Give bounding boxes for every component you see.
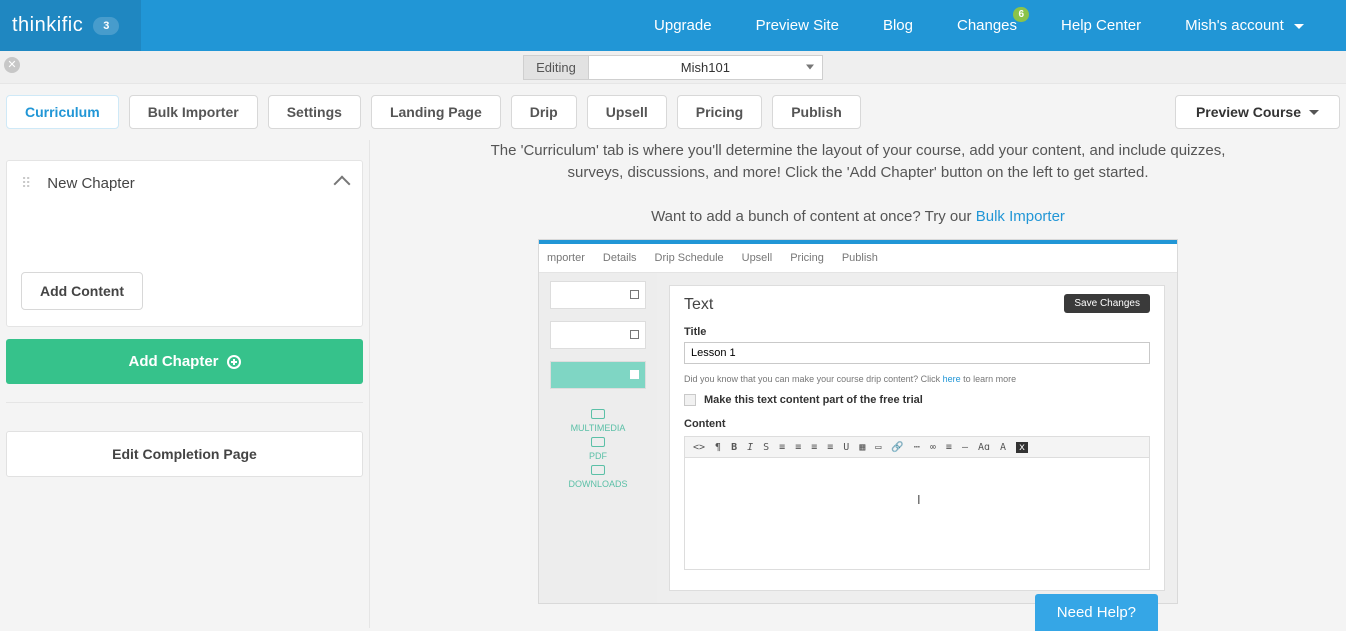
topbar: thinkific 3 Upgrade Preview Site Blog Ch…	[0, 0, 1346, 51]
preview-course-button[interactable]: Preview Course	[1175, 95, 1340, 129]
close-icon[interactable]: ✕	[4, 57, 20, 73]
pdf-icon	[591, 437, 605, 447]
tab-settings[interactable]: Settings	[268, 95, 361, 129]
chapter-title[interactable]: New Chapter	[47, 175, 322, 192]
demo-tab: Upsell	[742, 252, 773, 264]
chevron-down-icon	[1309, 110, 1319, 115]
demo-editor-area: I	[684, 458, 1150, 570]
square-icon	[630, 290, 639, 299]
tab-landing-page[interactable]: Landing Page	[371, 95, 501, 129]
bulk-importer-link[interactable]: Bulk Importer	[976, 208, 1065, 225]
plus-circle-icon	[227, 355, 241, 369]
tab-upsell[interactable]: Upsell	[587, 95, 667, 129]
demo-mini-label: PDF	[589, 451, 607, 461]
chevron-down-icon	[1294, 24, 1304, 29]
nav-changes[interactable]: Changes 6	[935, 17, 1039, 34]
editing-label: Editing	[523, 55, 588, 80]
course-select-value: Mish101	[681, 60, 730, 75]
brand-badge: 3	[93, 17, 119, 35]
editing-row: ✕ Editing Mish101	[0, 51, 1346, 84]
tab-bulk-importer[interactable]: Bulk Importer	[129, 95, 258, 129]
chevron-down-icon	[806, 65, 814, 70]
need-help-button[interactable]: Need Help?	[1035, 594, 1158, 631]
demo-mini-label: DOWNLOADS	[568, 479, 627, 489]
demo-title-input	[684, 342, 1150, 364]
demo-title-label: Title	[684, 326, 1150, 338]
demo-sidebar: MULTIMEDIA PDF DOWNLOADS	[539, 273, 657, 603]
curriculum-intro: The 'Curriculum' tab is where you'll det…	[478, 140, 1238, 184]
demo-editor-panel: Save Changes Text Title Did you know tha…	[669, 285, 1165, 591]
text-cursor-icon: I	[917, 492, 921, 507]
nav-account-label: Mish's account	[1185, 17, 1284, 34]
changes-count-badge: 6	[1013, 7, 1029, 22]
add-chapter-button[interactable]: Add Chapter	[6, 339, 363, 384]
demo-free-trial-label: Make this text content part of the free …	[704, 394, 923, 406]
edit-completion-page-button[interactable]: Edit Completion Page	[6, 431, 363, 477]
square-icon	[630, 370, 639, 379]
square-icon	[630, 330, 639, 339]
demo-tabs: mporter Details Drip Schedule Upsell Pri…	[539, 244, 1177, 273]
add-chapter-label: Add Chapter	[129, 353, 219, 370]
nav-upgrade[interactable]: Upgrade	[632, 17, 734, 34]
brand-logo: thinkific	[12, 14, 83, 37]
drag-handle-icon[interactable]: ⠿	[21, 175, 33, 192]
demo-screenshot: mporter Details Drip Schedule Upsell Pri…	[538, 239, 1178, 604]
demo-tab: Publish	[842, 252, 878, 264]
tab-pricing[interactable]: Pricing	[677, 95, 762, 129]
nav-account[interactable]: Mish's account	[1163, 17, 1326, 34]
chapter-card: ⠿ New Chapter Add Content	[6, 160, 363, 327]
preview-course-label: Preview Course	[1196, 104, 1301, 120]
course-select[interactable]: Mish101	[588, 55, 823, 80]
course-tabs: Curriculum Bulk Importer Settings Landin…	[0, 84, 1346, 140]
demo-tab: Drip Schedule	[655, 252, 724, 264]
demo-mini-label: MULTIMEDIA	[571, 423, 626, 433]
nav-blog[interactable]: Blog	[861, 17, 935, 34]
chevron-up-icon[interactable]	[334, 175, 351, 192]
tab-curriculum[interactable]: Curriculum	[6, 95, 119, 129]
download-icon	[591, 465, 605, 475]
nav-changes-label: Changes	[957, 17, 1017, 34]
demo-tab: Pricing	[790, 252, 824, 264]
tab-publish[interactable]: Publish	[772, 95, 861, 129]
demo-content-label: Content	[684, 418, 1150, 430]
add-content-button[interactable]: Add Content	[21, 272, 143, 310]
demo-drip-hint: Did you know that you can make your cour…	[684, 374, 1150, 384]
main-panel: The 'Curriculum' tab is where you'll det…	[370, 140, 1346, 628]
demo-tab: Details	[603, 252, 637, 264]
nav-preview-site[interactable]: Preview Site	[734, 17, 861, 34]
bulk-importer-hint: Want to add a bunch of content at once? …	[478, 206, 1238, 228]
curriculum-sidebar: ⠿ New Chapter Add Content Add Chapter Ed…	[0, 140, 370, 628]
demo-toolbar: <>¶BIS≡≡≡≡U▦▭🔗⋯∞≡—AɑAx	[684, 436, 1150, 458]
demo-tab: mporter	[547, 252, 585, 264]
tab-drip[interactable]: Drip	[511, 95, 577, 129]
multimedia-icon	[591, 409, 605, 419]
demo-save-button: Save Changes	[1064, 294, 1150, 313]
nav-help-center[interactable]: Help Center	[1039, 17, 1163, 34]
brand-block: thinkific 3	[0, 0, 141, 51]
demo-free-trial-checkbox	[684, 394, 696, 406]
